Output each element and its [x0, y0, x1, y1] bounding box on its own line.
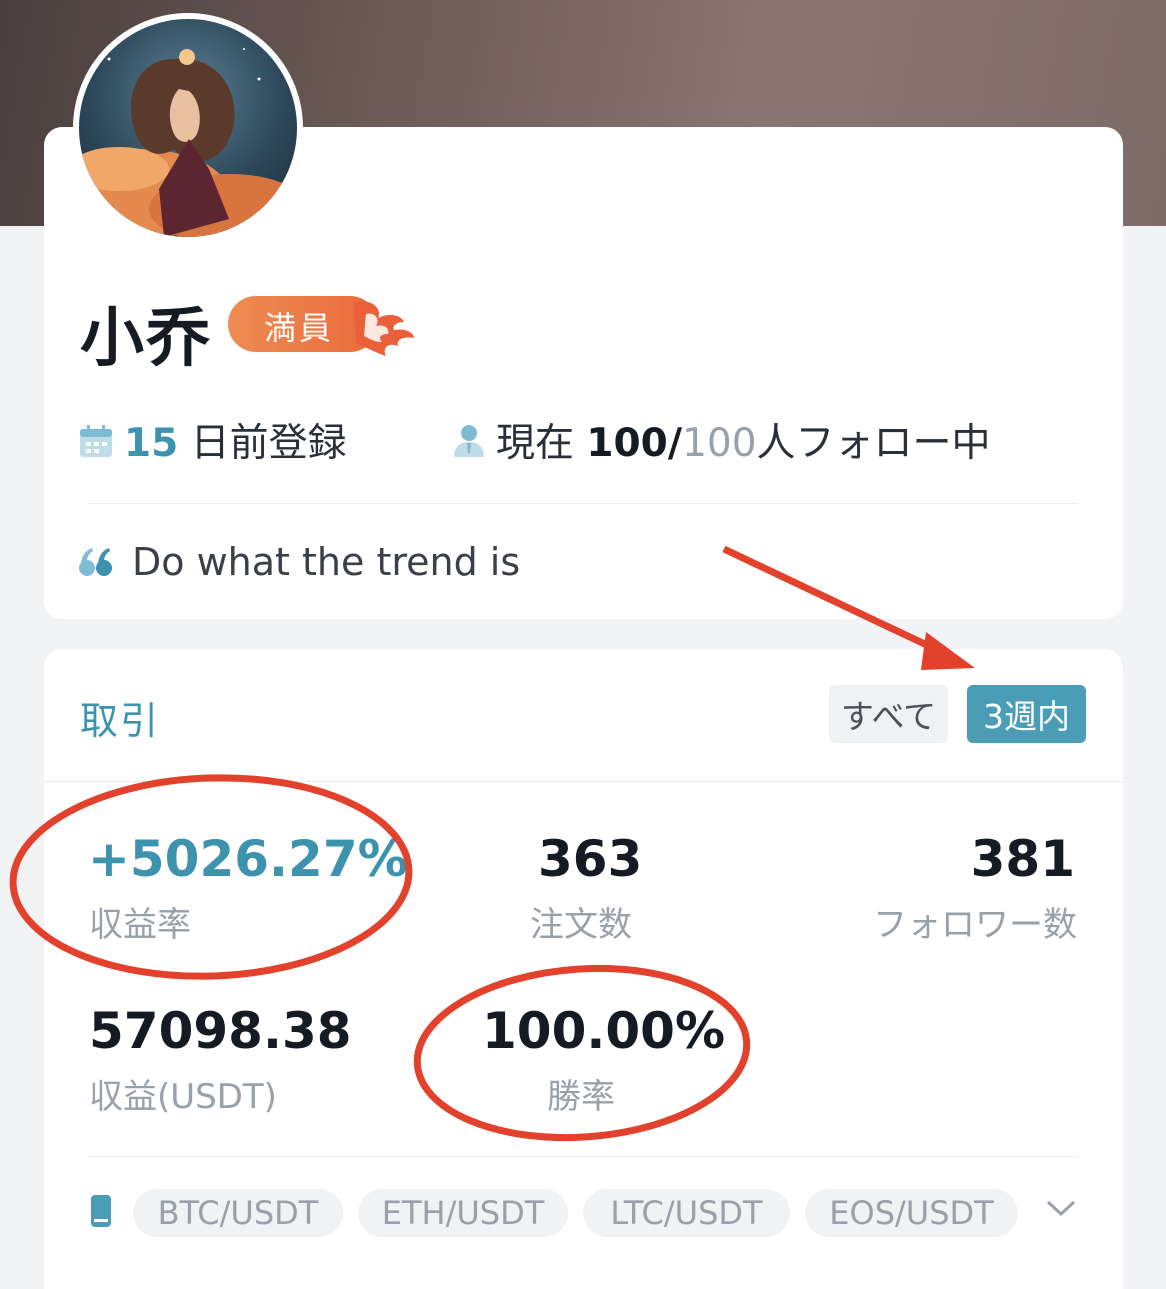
pair-chip[interactable]: EOS/USDT — [805, 1189, 1018, 1237]
phone-icon — [88, 1194, 114, 1232]
profit-label: 収益(USDT) — [89, 1077, 277, 1117]
followers-label: フォロワー数 — [873, 905, 1077, 945]
filter-all-button[interactable]: すべて — [829, 685, 948, 743]
filter-3-weeks-button[interactable]: 3週内 — [967, 685, 1086, 743]
followers-value: 381 — [970, 830, 1075, 888]
following-suffix: 人フォロー中 — [756, 421, 991, 466]
badge-label: 満員 — [264, 309, 335, 347]
status-badge: 満員 — [228, 296, 414, 356]
orders-label: 注文数 — [530, 905, 632, 945]
winrate-value: 100.00% — [482, 1002, 726, 1060]
registration-info: 15 日前登録 — [78, 412, 347, 468]
registered-suffix: 日前登録 — [178, 421, 347, 466]
orders-value: 363 — [538, 830, 643, 888]
following-info: 現在 100/100人フォロー中 — [452, 412, 991, 468]
user-name: 小乔 — [80, 302, 212, 376]
pair-chip[interactable]: BTC/USDT — [133, 1189, 343, 1237]
section-title-trading: 取引 — [80, 699, 161, 743]
chevron-down-icon[interactable] — [1046, 1198, 1076, 1222]
bio: Do what the trend is — [78, 540, 520, 587]
calendar-icon — [78, 423, 114, 469]
registered-days: 15 — [124, 421, 179, 466]
roi-value: +5026.27% — [88, 830, 408, 888]
following-current: 100 — [586, 421, 668, 466]
pair-chip[interactable]: LTC/USDT — [583, 1189, 790, 1237]
user-icon — [452, 423, 486, 469]
following-separator: / — [667, 421, 683, 466]
following-prefix: 現在 — [496, 421, 587, 466]
quote-icon — [78, 543, 114, 587]
trading-header-divider — [44, 781, 1123, 782]
winrate-label: 勝率 — [547, 1077, 615, 1117]
flame-icon — [354, 301, 414, 356]
stats-divider — [88, 1156, 1078, 1157]
bio-text: Do what the trend is — [132, 540, 521, 584]
avatar[interactable] — [73, 13, 303, 243]
pair-chip[interactable]: ETH/USDT — [358, 1189, 568, 1237]
profit-value: 57098.38 — [89, 1002, 352, 1060]
following-max: 100 — [682, 421, 757, 466]
roi-label: 収益率 — [89, 905, 191, 945]
profile-divider — [88, 503, 1078, 504]
